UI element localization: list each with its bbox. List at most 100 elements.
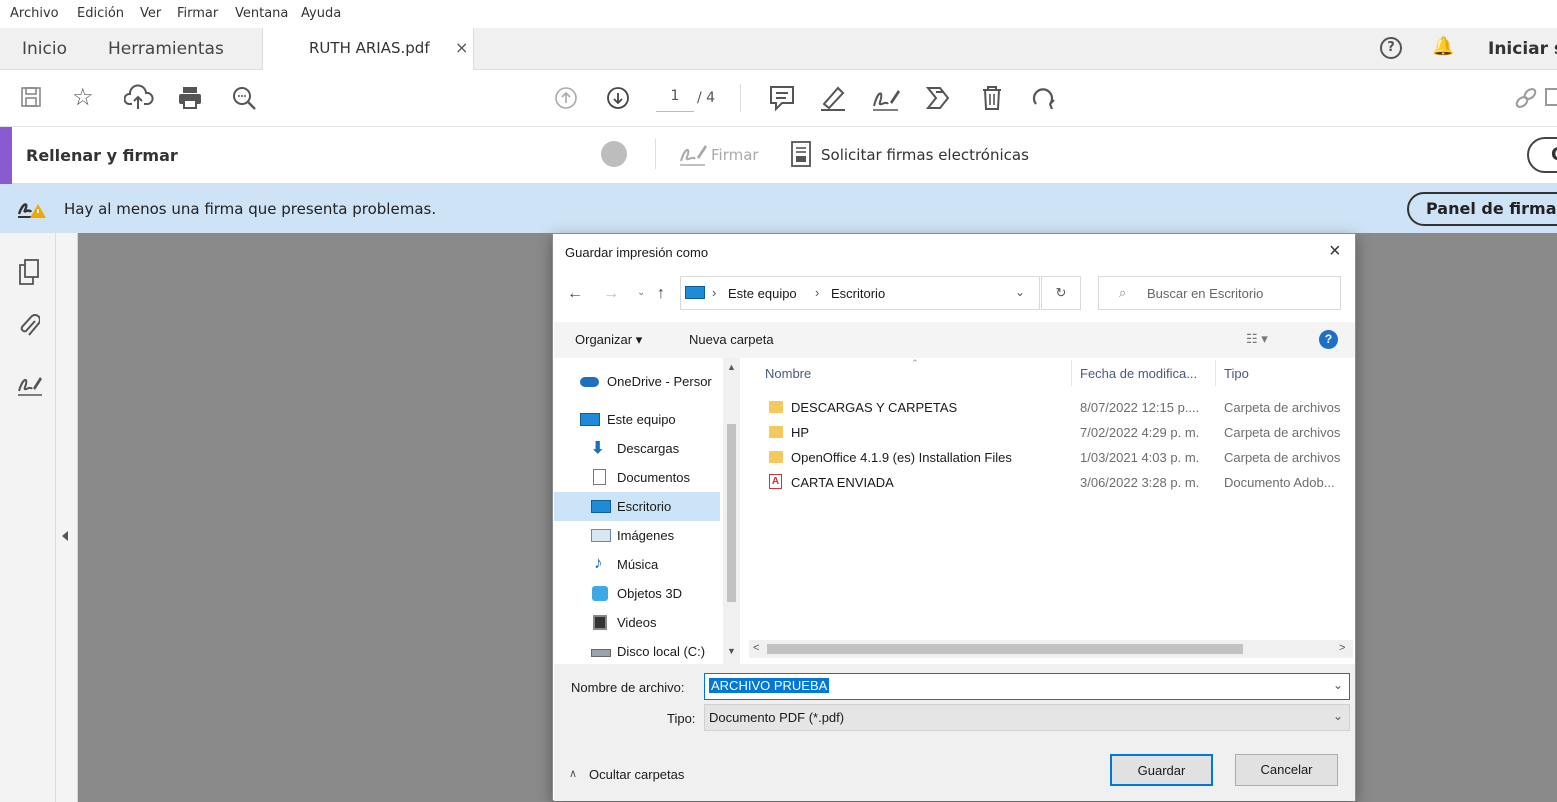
star-icon[interactable]: ☆: [72, 85, 94, 109]
fill-sign-bar: Rellenar y firmar Firmar Solicitar firma…: [0, 127, 1557, 184]
signature-panel-icon[interactable]: [16, 373, 44, 397]
filename-field[interactable]: ARCHIVO PRUEBA ⌄: [704, 673, 1350, 700]
tree-item-objetos-3d[interactable]: Objetos 3D: [554, 579, 720, 608]
save-button[interactable]: Guardar: [1110, 754, 1213, 786]
tree-item-musica[interactable]: ♪ Música: [554, 550, 720, 579]
tree-scroll-thumb[interactable]: [727, 424, 736, 602]
address-bar[interactable]: › Este equipo › Escritorio ⌄: [680, 276, 1040, 310]
page-up-icon[interactable]: [554, 86, 578, 110]
tree-item-imagenes[interactable]: Imágenes: [554, 521, 720, 550]
nav-collapse-strip[interactable]: [56, 233, 78, 802]
filename-dropdown-icon[interactable]: ⌄: [1333, 678, 1343, 692]
breadcrumb-este-equipo[interactable]: Este equipo: [728, 286, 797, 301]
dialog-close-icon[interactable]: ×: [1329, 240, 1341, 263]
mail-icon[interactable]: [1545, 86, 1557, 110]
menu-ver[interactable]: Ver: [140, 6, 161, 21]
column-fecha[interactable]: Fecha de modifica...: [1080, 366, 1197, 381]
sign-in-button[interactable]: Iniciar s: [1488, 39, 1557, 59]
computer-icon: [580, 413, 600, 426]
search-icon: ⌕: [1119, 285, 1127, 300]
chevron-up-icon[interactable]: ∧: [569, 767, 577, 780]
signature-panel-button[interactable]: Panel de firma: [1407, 192, 1557, 226]
toolbar-divider: [740, 84, 741, 112]
save-as-dialog: Guardar impresión como × ← → ⌄ ↑ › Este …: [552, 233, 1356, 801]
page-number-input[interactable]: 1: [656, 88, 694, 112]
folder-icon: [769, 401, 783, 413]
search-input[interactable]: ⌕ Buscar en Escritorio: [1098, 276, 1341, 310]
fs-divider: [655, 139, 656, 169]
rotate-icon[interactable]: [1030, 84, 1058, 112]
stamp-icon[interactable]: [924, 84, 954, 112]
tree-item-este-equipo[interactable]: Este equipo: [554, 405, 720, 434]
print-icon[interactable]: [176, 84, 204, 112]
column-nombre[interactable]: Nombre: [765, 366, 811, 381]
file-list-hscrollbar[interactable]: < >: [749, 640, 1353, 658]
recent-locations-icon[interactable]: ⌄: [637, 287, 645, 298]
address-dropdown-icon[interactable]: ⌄: [1015, 285, 1025, 299]
tree-item-onedrive[interactable]: OneDrive - Persor: [554, 367, 720, 396]
menu-edicion[interactable]: Edición: [77, 6, 124, 21]
file-row[interactable]: OpenOffice 4.1.9 (es) Installation Files…: [763, 445, 1353, 470]
music-icon: ♪: [594, 553, 603, 572]
menu-ventana[interactable]: Ventana: [235, 6, 288, 21]
file-row[interactable]: A CARTA ENVIADA 3/06/2022 3:28 p. m. Doc…: [763, 470, 1353, 495]
organize-button[interactable]: Organizar ▾: [575, 332, 642, 348]
file-type-dropdown-icon[interactable]: ⌄: [1333, 709, 1343, 723]
refresh-icon[interactable]: ↻: [1041, 276, 1081, 310]
sign-icon[interactable]: [870, 84, 902, 112]
menu-archivo[interactable]: Archivo: [10, 6, 59, 21]
help-icon[interactable]: ?: [1319, 330, 1338, 349]
request-signatures-button[interactable]: Solicitar firmas electrónicas: [821, 146, 1029, 164]
link-icon[interactable]: [1512, 84, 1542, 112]
filename-label: Nombre de archivo:: [571, 680, 685, 695]
tab-close-icon[interactable]: ×: [455, 38, 468, 57]
tree-item-disco-local[interactable]: Disco local (C:): [554, 637, 720, 666]
help-icon[interactable]: ?: [1380, 37, 1402, 59]
close-fill-sign-button[interactable]: C: [1527, 137, 1557, 173]
cancel-button[interactable]: Cancelar: [1235, 754, 1338, 786]
upload-cloud-icon[interactable]: [124, 84, 154, 112]
scroll-left-icon[interactable]: <: [753, 642, 759, 654]
file-row[interactable]: HP 7/02/2022 4:29 p. m. Carpeta de archi…: [763, 420, 1353, 445]
tree-item-escritorio[interactable]: Escritorio: [554, 492, 720, 521]
file-row[interactable]: DESCARGAS Y CARPETAS 8/07/2022 12:15 p..…: [763, 395, 1353, 420]
forward-arrow-icon[interactable]: →: [603, 285, 619, 303]
tab-herramientas[interactable]: Herramientas: [108, 28, 224, 70]
menu-bar: Archivo Edición Ver Firmar Ventana Ayuda: [0, 0, 1557, 28]
computer-icon: [685, 286, 705, 299]
back-arrow-icon[interactable]: ←: [567, 285, 583, 303]
scroll-down-icon[interactable]: ▼: [727, 646, 736, 656]
scroll-up-icon[interactable]: ▲: [727, 362, 736, 372]
color-picker-icon[interactable]: [601, 141, 627, 167]
tree-item-documentos[interactable]: Documentos: [554, 463, 720, 492]
bell-icon[interactable]: 🔔: [1432, 36, 1454, 57]
tree-item-videos[interactable]: Videos: [554, 608, 720, 637]
page-down-icon[interactable]: [606, 86, 630, 110]
tab-inicio[interactable]: Inicio: [22, 28, 67, 70]
save-icon[interactable]: [20, 86, 42, 108]
highlight-icon[interactable]: [818, 84, 848, 112]
delete-icon[interactable]: [980, 84, 1004, 112]
file-type-value: Documento PDF (*.pdf): [709, 710, 845, 725]
column-tipo[interactable]: Tipo: [1224, 366, 1249, 381]
attachment-icon[interactable]: [18, 313, 40, 339]
menu-firmar[interactable]: Firmar: [177, 6, 218, 21]
hscroll-thumb[interactable]: [767, 644, 1243, 654]
tree-item-descargas[interactable]: ⬇ Descargas: [554, 434, 720, 463]
view-options-icon[interactable]: ☷ ▾: [1246, 331, 1268, 347]
comment-icon[interactable]: [768, 84, 796, 112]
pages-icon[interactable]: [18, 259, 40, 285]
new-folder-button[interactable]: Nueva carpeta: [689, 332, 774, 347]
firmar-button[interactable]: Firmar: [711, 146, 759, 164]
collapse-arrow-icon[interactable]: [62, 531, 68, 541]
hide-folders-button[interactable]: Ocultar carpetas: [589, 767, 684, 782]
zoom-search-icon[interactable]: [230, 84, 258, 112]
left-nav-panel: [0, 233, 56, 802]
file-type-select[interactable]: Documento PDF (*.pdf) ⌄: [704, 704, 1350, 731]
scroll-right-icon[interactable]: >: [1339, 642, 1345, 654]
up-arrow-icon[interactable]: ↑: [657, 285, 665, 303]
menu-ayuda[interactable]: Ayuda: [301, 6, 341, 21]
breadcrumb-escritorio[interactable]: Escritorio: [831, 286, 885, 301]
tree-scrollbar[interactable]: ▲ ▼: [723, 358, 740, 664]
tab-document[interactable]: RUTH ARIAS.pdf ×: [262, 28, 474, 71]
